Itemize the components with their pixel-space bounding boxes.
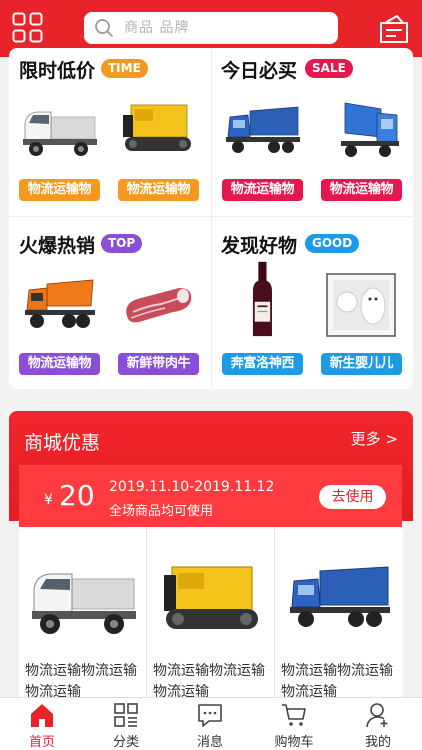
product-label[interactable]: 奔富洛神西 xyxy=(222,353,303,375)
orange-dump-truck-image[interactable] xyxy=(19,266,99,344)
tab-label: 我的 xyxy=(364,735,391,750)
search-bar[interactable] xyxy=(84,12,338,44)
user-icon xyxy=(366,703,388,728)
coupon-card: ¥ 20 2019.11.10-2019.11.12 全场商品均可使用 去使用 xyxy=(19,465,402,527)
product-label[interactable]: 物流运输物 xyxy=(222,179,303,201)
tab-profile[interactable]: 我的 xyxy=(336,698,420,750)
bottom-tab-bar: 首页 分类 消息 购物车 我的 xyxy=(0,697,422,750)
mall-title: 商城优惠 xyxy=(24,432,101,454)
message-box-icon[interactable] xyxy=(378,13,410,45)
section-badge: TOP xyxy=(101,234,143,253)
crawler-carrier-image[interactable] xyxy=(117,93,197,171)
tab-home[interactable]: 首页 xyxy=(0,698,84,750)
product-label[interactable]: 物流运输物 xyxy=(19,179,100,201)
section-title[interactable]: 发现好物 xyxy=(221,231,297,258)
section-badge: SALE xyxy=(305,59,353,78)
product-label[interactable]: 新生婴儿儿 xyxy=(321,353,402,375)
category-icon xyxy=(114,703,138,727)
tab-cart[interactable]: 购物车 xyxy=(252,698,336,750)
product-name: 物流运输物流运输物流运输 xyxy=(153,663,265,697)
crawler-carrier-image xyxy=(164,566,258,629)
message-icon xyxy=(198,704,222,727)
tab-label: 消息 xyxy=(196,735,223,750)
section-title[interactable]: 限时低价 xyxy=(19,56,95,83)
section-title[interactable]: 今日必买 xyxy=(221,56,297,83)
blue-dump-truck-image[interactable] xyxy=(321,93,401,171)
mall-product-grid: 物流运输物流运输物流运输 物流运输物流运输物流运输 物流运输物流运输物流运输 xyxy=(19,527,403,697)
product-name: 物流运输物流运输物流运输 xyxy=(25,663,137,697)
product-label[interactable]: 新鲜带肉牛 xyxy=(118,353,199,375)
small-truck-image xyxy=(32,573,136,634)
tab-label: 首页 xyxy=(28,735,55,750)
divider xyxy=(211,48,212,389)
beef-meat-image[interactable] xyxy=(117,266,197,344)
product-label[interactable]: 物流运输物 xyxy=(321,179,402,201)
promo-card: 限时低价 TIME 物流运输物 物流运输物 今日必买 SALE 物流运输物 物流… xyxy=(9,48,413,389)
coupon-currency: ¥ xyxy=(44,492,53,508)
coupon-date-range: 2019.11.10-2019.11.12 xyxy=(109,479,275,495)
home-icon xyxy=(31,704,53,727)
search-icon xyxy=(95,19,113,37)
use-coupon-button[interactable]: 去使用 xyxy=(319,485,386,509)
product-name: 物流运输物流运输物流运输 xyxy=(281,663,393,697)
product-label[interactable]: 物流运输物 xyxy=(19,353,100,375)
coupon-description: 全场商品均可使用 xyxy=(109,504,214,519)
small-truck-image[interactable] xyxy=(19,93,99,171)
product-label[interactable]: 物流运输物 xyxy=(118,179,199,201)
product-card[interactable]: 物流运输物流运输物流运输 xyxy=(147,527,275,697)
search-input[interactable] xyxy=(124,12,324,44)
tab-message[interactable]: 消息 xyxy=(168,698,252,750)
section-badge: TIME xyxy=(101,59,148,78)
wine-bottle-image[interactable] xyxy=(222,260,302,338)
blue-dump-truck-image[interactable] xyxy=(222,93,302,171)
tab-category[interactable]: 分类 xyxy=(84,698,168,750)
section-title[interactable]: 火爆热销 xyxy=(19,231,95,258)
product-card[interactable]: 物流运输物流运输物流运输 xyxy=(19,527,147,697)
more-link[interactable]: 更多 > xyxy=(351,428,398,449)
cart-icon xyxy=(282,704,306,726)
product-card[interactable]: 物流运输物流运输物流运输 xyxy=(275,527,403,697)
baby-toy-box-image[interactable] xyxy=(321,266,401,344)
tab-label: 分类 xyxy=(112,735,139,750)
blue-dump-truck-image xyxy=(290,566,390,627)
grid-menu-icon[interactable] xyxy=(12,12,43,43)
coupon-amount: 20 xyxy=(59,479,95,512)
section-badge: GOOD xyxy=(305,234,360,253)
tab-label: 购物车 xyxy=(274,735,314,750)
